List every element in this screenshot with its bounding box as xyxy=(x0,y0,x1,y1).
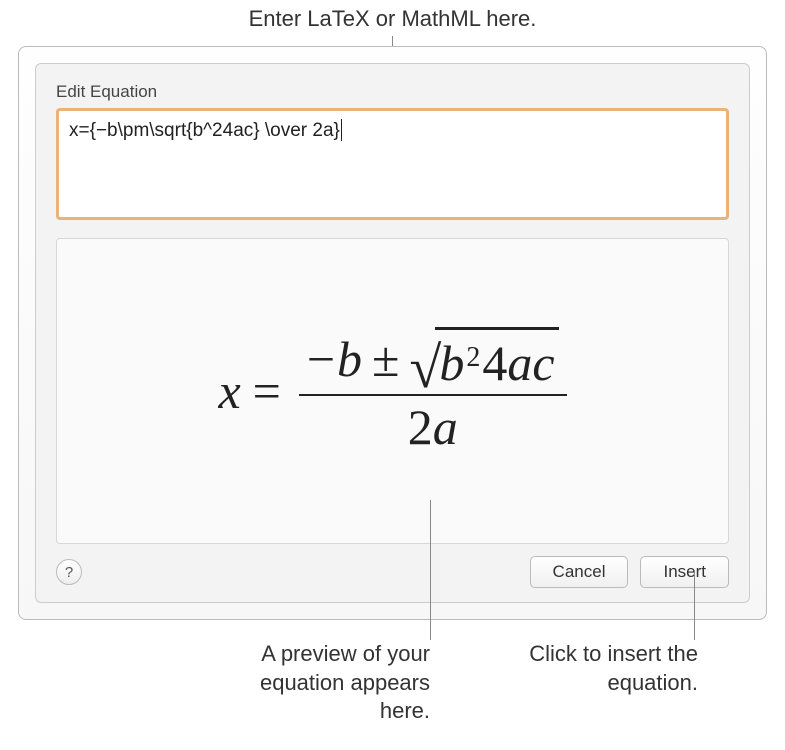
eq-equals: = xyxy=(253,362,281,420)
eq-numerator: − b ± √ b 2 4 a c xyxy=(299,327,567,394)
eq-plus-minus: ± xyxy=(372,330,399,388)
eq-rad-a: a xyxy=(507,334,532,392)
eq-denom-2: 2 xyxy=(408,399,433,455)
text-cursor xyxy=(341,119,342,141)
cancel-button[interactable]: Cancel xyxy=(530,556,629,588)
dialog-title: Edit Equation xyxy=(56,82,729,102)
help-button[interactable]: ? xyxy=(56,559,82,585)
eq-denominator: 2a xyxy=(408,396,458,456)
callout-preview-label: A preview of your equation appears here. xyxy=(210,640,430,726)
eq-rad-b: b xyxy=(439,334,464,392)
rendered-equation: x = − b ± √ b 2 4 a xyxy=(218,327,566,456)
equation-input[interactable]: x={−b\pm\sqrt{b^24ac} \over 2a} xyxy=(56,108,729,220)
eq-rad-exp: 2 xyxy=(466,342,480,374)
eq-fraction: − b ± √ b 2 4 a c xyxy=(299,327,567,456)
eq-radicand: b 2 4 a c xyxy=(435,327,558,392)
eq-sqrt: √ b 2 4 a c xyxy=(410,327,559,392)
equation-preview: x = − b ± √ b 2 4 a xyxy=(56,238,729,544)
dialog-window: Edit Equation x={−b\pm\sqrt{b^24ac} \ove… xyxy=(18,46,767,620)
callout-insert-label: Click to insert the equation. xyxy=(498,640,698,697)
eq-denom-a: a xyxy=(433,399,458,455)
callout-line xyxy=(430,500,431,640)
dialog-content: Edit Equation x={−b\pm\sqrt{b^24ac} \ove… xyxy=(35,63,750,603)
callout-line xyxy=(694,572,695,640)
button-group: Cancel Insert xyxy=(530,556,729,588)
equation-input-value: x={−b\pm\sqrt{b^24ac} \over 2a} xyxy=(69,120,340,141)
dialog-footer: ? Cancel Insert xyxy=(56,556,729,588)
eq-minus: − xyxy=(307,330,335,388)
help-icon: ? xyxy=(65,564,73,581)
insert-button[interactable]: Insert xyxy=(640,556,729,588)
eq-variable-x: x xyxy=(218,362,240,420)
eq-b: b xyxy=(337,330,362,388)
callout-input-label: Enter LaTeX or MathML here. xyxy=(0,6,785,32)
eq-rad-4: 4 xyxy=(482,334,507,392)
eq-rad-c: c xyxy=(532,334,554,392)
